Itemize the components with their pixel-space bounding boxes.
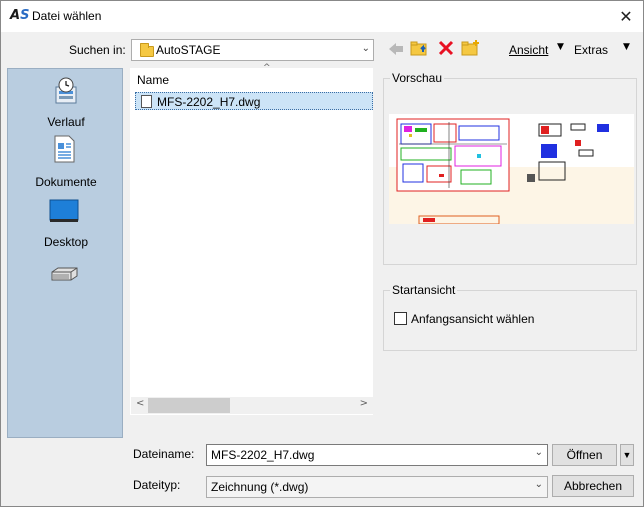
list-item[interactable]: MFS-2202_H7.dwg (135, 92, 373, 110)
close-icon: ✕ (619, 7, 633, 26)
place-documents[interactable]: Dokumente (8, 135, 124, 191)
places-bar: Verlauf Dokumente Desktop (7, 68, 123, 438)
look-in-value: AutoSTAGE (156, 43, 221, 57)
extras-dropdown-icon[interactable]: ▼ (623, 42, 630, 52)
autostage-logo-icon: AS (10, 8, 30, 23)
look-in-label: Suchen in: (69, 43, 126, 57)
extras-label: Extras (574, 43, 609, 57)
scroll-left-icon[interactable]: < (136, 398, 144, 409)
chevron-down-icon[interactable]: ⌄ (535, 447, 543, 458)
folder-icon (140, 43, 154, 57)
desktop-icon (49, 199, 79, 222)
folder-up-icon (410, 41, 427, 56)
place-drive[interactable] (8, 265, 124, 289)
floor-plan-thumbnail (389, 114, 634, 225)
cancel-button[interactable]: Abbrechen (552, 475, 634, 497)
scrollbar-thumb[interactable] (148, 398, 230, 413)
place-desktop[interactable]: Desktop (8, 197, 124, 253)
title-bar: AS Datei wählen ✕ (1, 1, 643, 32)
back-button[interactable] (387, 41, 405, 57)
filename-label: Dateiname: (133, 447, 195, 461)
open-options-button[interactable]: ▼ (620, 444, 634, 466)
look-in-combobox[interactable]: AutoSTAGE ⌄ (131, 39, 374, 61)
place-label: Desktop (43, 235, 89, 249)
documents-icon (54, 135, 75, 163)
file-name: MFS-2202_H7.dwg (157, 95, 261, 109)
window-title: Datei wählen (32, 9, 102, 23)
delete-button[interactable] (437, 39, 455, 57)
place-label: Dokumente (35, 175, 97, 189)
close-button[interactable]: ✕ (609, 1, 643, 32)
file-list[interactable] (130, 68, 373, 415)
delete-x-icon (438, 40, 454, 56)
preview-label: Vorschau (390, 71, 445, 85)
open-button[interactable]: Öffnen (552, 444, 617, 466)
extras-menu-button[interactable]: Extras (574, 43, 608, 57)
start-view-checkbox-label[interactable]: Anfangsansicht wählen (411, 312, 534, 326)
chevron-down-icon: ⌄ (361, 43, 370, 54)
history-icon (55, 77, 77, 104)
chevron-down-icon: ⌄ (534, 479, 543, 490)
view-label: Ansicht (509, 43, 549, 57)
start-view-label: Startansicht (390, 283, 458, 297)
sort-ascending-icon: ^ (263, 63, 271, 73)
view-menu-button[interactable]: Ansicht (509, 43, 548, 57)
filename-value: MFS-2202_H7.dwg (211, 448, 315, 462)
file-dialog: AS Datei wählen ✕ Suchen in: AutoSTAGE ⌄… (0, 0, 644, 507)
place-history[interactable]: Verlauf (8, 77, 124, 133)
scroll-right-icon[interactable]: > (360, 398, 368, 409)
place-label: Verlauf (47, 115, 85, 129)
filetype-select[interactable]: Zeichnung (*.dwg) ⌄ (206, 476, 548, 498)
dropdown-arrow-icon: ▼ (622, 450, 632, 460)
drawing-preview-image (389, 114, 634, 225)
horizontal-scrollbar[interactable]: < > (131, 397, 373, 414)
start-view-checkbox[interactable] (394, 312, 407, 325)
dwg-file-icon (141, 95, 152, 108)
back-arrow-icon (389, 43, 403, 55)
column-header-name[interactable]: Name (137, 73, 169, 87)
filename-input[interactable]: MFS-2202_H7.dwg ⌄ (206, 444, 548, 466)
filetype-value: Zeichnung (*.dwg) (211, 480, 309, 494)
filetype-label: Dateityp: (133, 478, 181, 492)
new-folder-icon (461, 40, 479, 56)
view-dropdown-icon[interactable]: ▼ (557, 42, 564, 52)
drive-icon (51, 267, 78, 281)
new-folder-button[interactable] (461, 39, 481, 57)
up-folder-button[interactable] (410, 39, 430, 57)
